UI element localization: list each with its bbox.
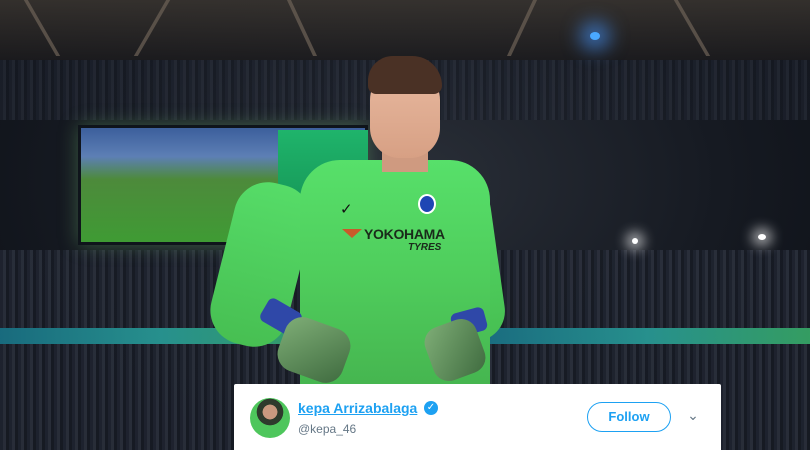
verified-badge-icon: ✓ (424, 401, 438, 415)
nike-swoosh-icon: ✓ (340, 201, 353, 218)
stadium-light (632, 238, 638, 244)
jersey-sponsor-sub: TYRES (408, 242, 442, 253)
sponsor-logo-icon (342, 229, 362, 238)
display-name-link[interactable]: kepa Arrizabalaga (298, 400, 417, 416)
user-handle: @kepa_46 (298, 422, 357, 436)
avatar[interactable] (250, 398, 290, 438)
chevron-down-icon[interactable]: ⌄ (686, 408, 700, 422)
stadium-roof (0, 0, 810, 60)
hair (368, 56, 442, 94)
jersey-sponsor: YOKOHAMA (364, 226, 445, 242)
stadium-photo: ✓ YOKOHAMA TYRES (0, 0, 810, 450)
embedded-tweet-card: kepa Arrizabalaga ✓ @kepa_46 Follow ⌄ (234, 384, 721, 450)
follow-button[interactable]: Follow (587, 402, 671, 432)
stadium-light (590, 32, 600, 40)
stadium-light (758, 234, 766, 240)
club-crest-icon (418, 194, 436, 214)
goalkeeper-player: ✓ YOKOHAMA TYRES (203, 52, 509, 392)
